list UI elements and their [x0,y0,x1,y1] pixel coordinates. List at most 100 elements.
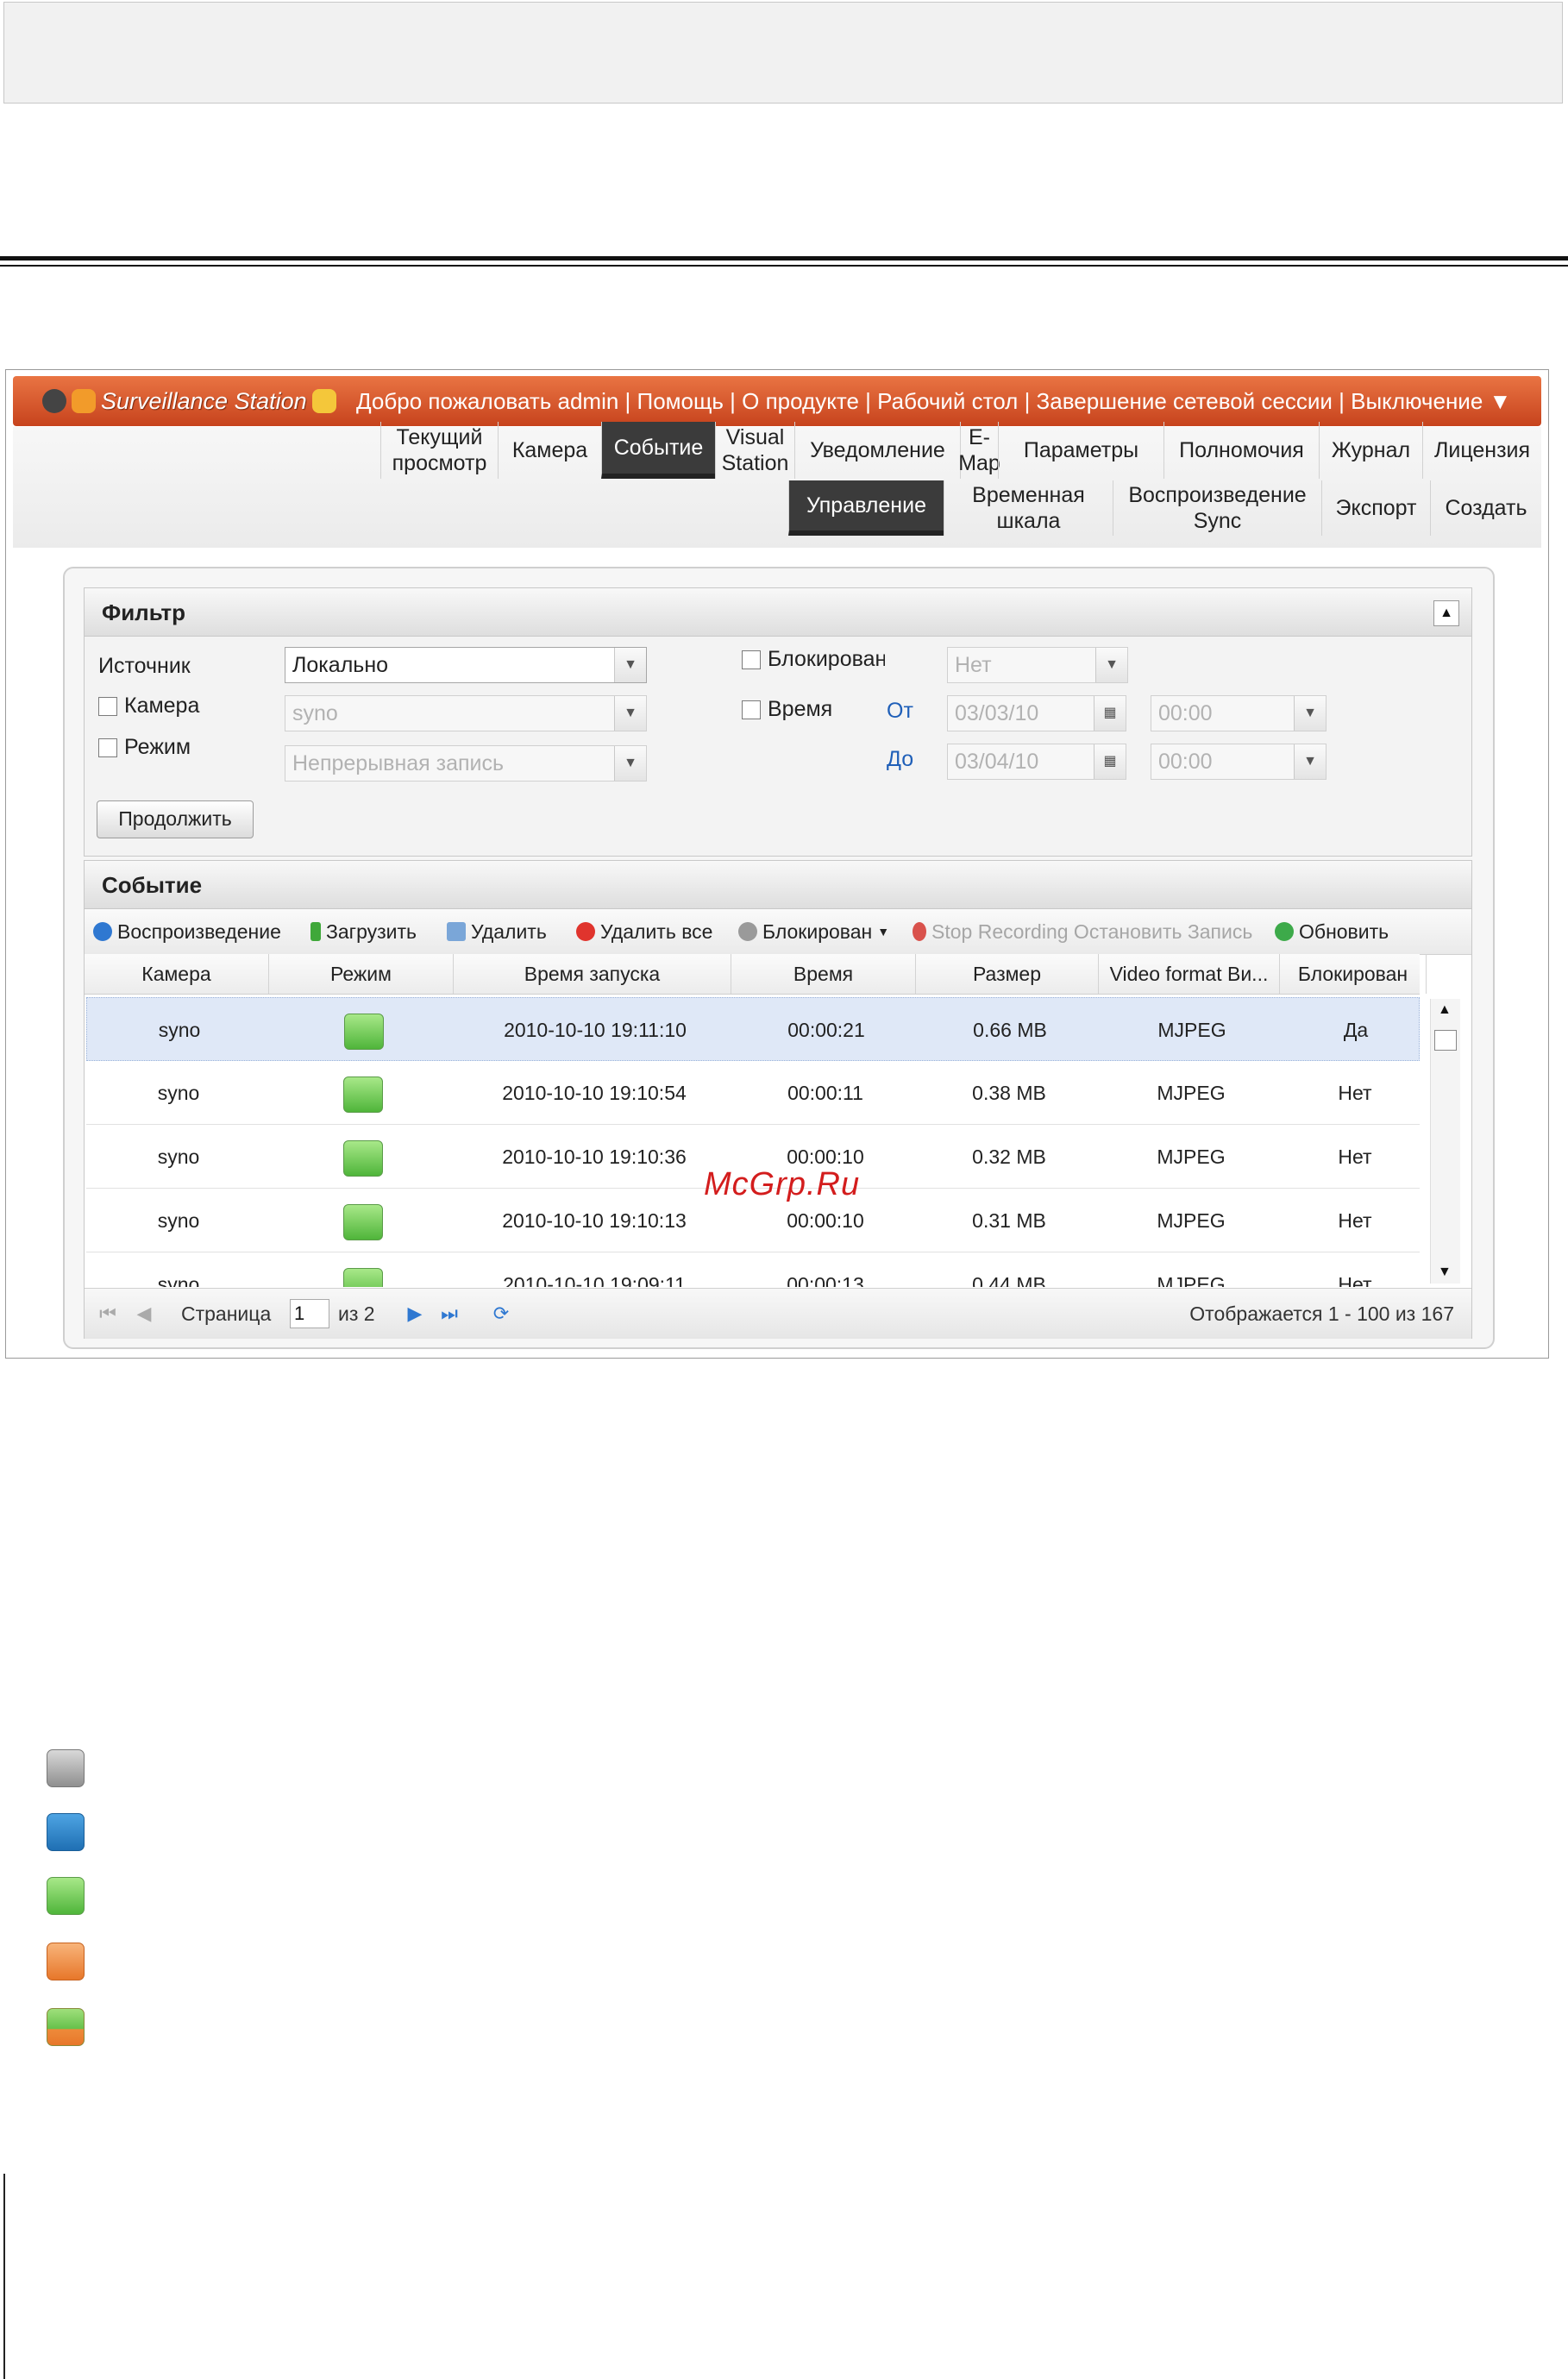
table-row[interactable]: syno 2010-10-10 19:10:54 00:00:11 0.38 M… [86,1061,1420,1125]
chevron-down-icon[interactable]: ▼ [1095,648,1127,682]
event-title: Событие [85,861,1471,909]
col-mode[interactable]: Режим [269,954,454,994]
calendar-icon[interactable]: ▦ [1094,744,1126,779]
subtab-export[interactable]: Экспорт [1321,480,1430,536]
tab-visual-station[interactable]: Visual Station [715,422,794,479]
cell-size: 0.38 MB [972,1082,1046,1104]
col-start-time[interactable]: Время запуска [454,954,731,994]
download-icon [310,922,321,941]
welcome-links[interactable]: Добро пожаловать admin | Помощь | О прод… [356,376,1511,426]
table-row[interactable]: syno 2010-10-10 19:09:11 00:00:13 0.44 M… [86,1252,1420,1287]
time-checkbox[interactable] [742,700,761,719]
play-icon [93,922,112,941]
subtab-sync-playback[interactable]: Воспроизведение Sync [1113,480,1321,536]
cell-start: 2010-10-10 19:10:36 [502,1146,687,1168]
tab-live-view[interactable]: Текущий просмотр [380,422,498,479]
cell-locked: Нет [1338,1209,1372,1232]
tab-camera[interactable]: Камера [498,422,601,479]
locked-select[interactable]: Нет ▼ [947,647,1128,683]
cell-camera: syno [157,1209,200,1232]
mode-green-icon [344,1013,384,1050]
camera-label: Камера [124,694,200,718]
subtab-create[interactable]: Создать [1430,480,1541,536]
cell-format: MJPEG [1157,1146,1226,1168]
time-label: Время [768,697,833,721]
delete-all-button[interactable]: Удалить все [576,909,712,954]
camera-select[interactable]: syno ▼ [285,695,647,731]
col-size[interactable]: Размер [916,954,1099,994]
last-page-icon[interactable]: ⏭ [438,1302,461,1325]
prev-page-icon[interactable]: ◀ [133,1302,155,1325]
chevron-down-icon[interactable]: ▼ [614,696,646,731]
from-date-field[interactable]: 03/03/10 ▦ [947,695,1126,731]
refresh-icon [1275,922,1294,941]
cell-start: 2010-10-10 19:11:10 [504,1019,687,1041]
to-time-select[interactable]: 00:00 ▼ [1151,744,1327,780]
cell-camera: syno [157,1146,200,1168]
col-camera[interactable]: Камера [85,954,269,994]
refresh-button[interactable]: Обновить [1275,909,1389,954]
tab-event[interactable]: Событие [601,422,715,479]
collapse-icon[interactable]: ▲ [1433,600,1459,626]
top-header-bar: Surveillance Station Добро пожаловать ad… [13,376,1541,426]
delete-button[interactable]: Удалить [447,909,547,954]
gray-status-icon [47,1749,85,1787]
chevron-down-icon[interactable]: ▼ [614,648,646,682]
next-page-icon[interactable]: ▶ [404,1302,426,1325]
subtab-timeline[interactable]: Временная шкала [944,480,1113,536]
cell-camera: syno [157,1082,200,1104]
to-date-field[interactable]: 03/04/10 ▦ [947,744,1126,780]
vertical-scrollbar[interactable]: ▲ ▼ [1430,999,1460,1284]
refresh-label: Обновить [1299,920,1389,943]
tab-notification[interactable]: Уведомление [794,422,960,479]
tab-license[interactable]: Лицензия [1422,422,1541,479]
blue-status-icon [47,1813,85,1851]
chevron-down-icon[interactable]: ▼ [1294,744,1326,779]
filter-section: Фильтр ▲ Источник Локально ▼ Камера syno ▼… [84,587,1472,857]
first-page-icon[interactable]: ⏮ [97,1302,119,1325]
tab-privileges[interactable]: Полномочия [1163,422,1319,479]
play-button[interactable]: Воспроизведение [93,909,281,954]
tab-emap[interactable]: E-Map [958,422,1000,479]
refresh-icon[interactable]: ⟳ [490,1302,512,1325]
continue-button[interactable]: Продолжить [97,800,254,838]
from-time-value: 00:00 [1158,701,1213,725]
col-locked[interactable]: Блокирован [1280,954,1427,994]
lock-menu-button[interactable]: Блокирован ▼ [738,909,889,954]
cell-mode [272,998,456,1062]
from-time-select[interactable]: 00:00 ▼ [1151,695,1327,731]
cell-locked: Да [1343,1019,1369,1041]
locked-checkbox[interactable] [742,650,761,669]
locked-label: Блокирован [768,647,885,671]
tab-log[interactable]: Журнал [1319,422,1422,479]
col-time[interactable]: Время [731,954,916,994]
table-row[interactable]: syno 2010-10-10 19:11:10 00:00:21 0.66 M… [86,997,1420,1061]
scroll-up-icon[interactable]: ▲ [1438,1002,1452,1018]
scroll-thumb[interactable] [1434,1030,1457,1051]
source-select[interactable]: Локально ▼ [285,647,647,683]
display-count: Отображается 1 - 100 из 167 [1189,1302,1454,1325]
mode-select[interactable]: Непрерывная запись ▼ [285,745,647,781]
table-body: syno 2010-10-10 19:11:10 00:00:21 0.66 M… [85,997,1430,1287]
event-toolbar: Воспроизведение Загрузить Удалить Удалит… [85,909,1471,955]
cell-start: 2010-10-10 19:10:54 [502,1082,687,1104]
subtab-management[interactable]: Управление [788,480,944,536]
scroll-down-icon[interactable]: ▼ [1438,1265,1452,1280]
stop-recording-button[interactable]: Stop Recording Остановить Запись [913,909,1252,954]
chevron-down-icon[interactable]: ▼ [1294,696,1326,731]
cell-locked: Нет [1338,1273,1372,1287]
download-button[interactable]: Загрузить [310,909,417,954]
lock-label: Блокирован [762,920,873,943]
chevron-down-icon[interactable]: ▼ [614,746,646,781]
calendar-icon[interactable]: ▦ [1094,696,1126,731]
page-input[interactable]: 1 [290,1299,329,1328]
orange-status-icon [47,1943,85,1980]
table-header: Камера Режим Время запуска Время Размер … [85,954,1427,995]
pagination-bar: ⏮ ◀ Страница 1 из 2 ▶ ⏭ ⟳ Отображается 1… [85,1288,1471,1339]
cell-size: 0.66 MB [973,1019,1047,1041]
mode-checkbox[interactable] [98,738,117,757]
col-format[interactable]: Video format Ви... [1099,954,1280,994]
camera-checkbox[interactable] [98,697,117,716]
cell-format: MJPEG [1157,1082,1226,1104]
tab-settings[interactable]: Параметры [998,422,1163,479]
